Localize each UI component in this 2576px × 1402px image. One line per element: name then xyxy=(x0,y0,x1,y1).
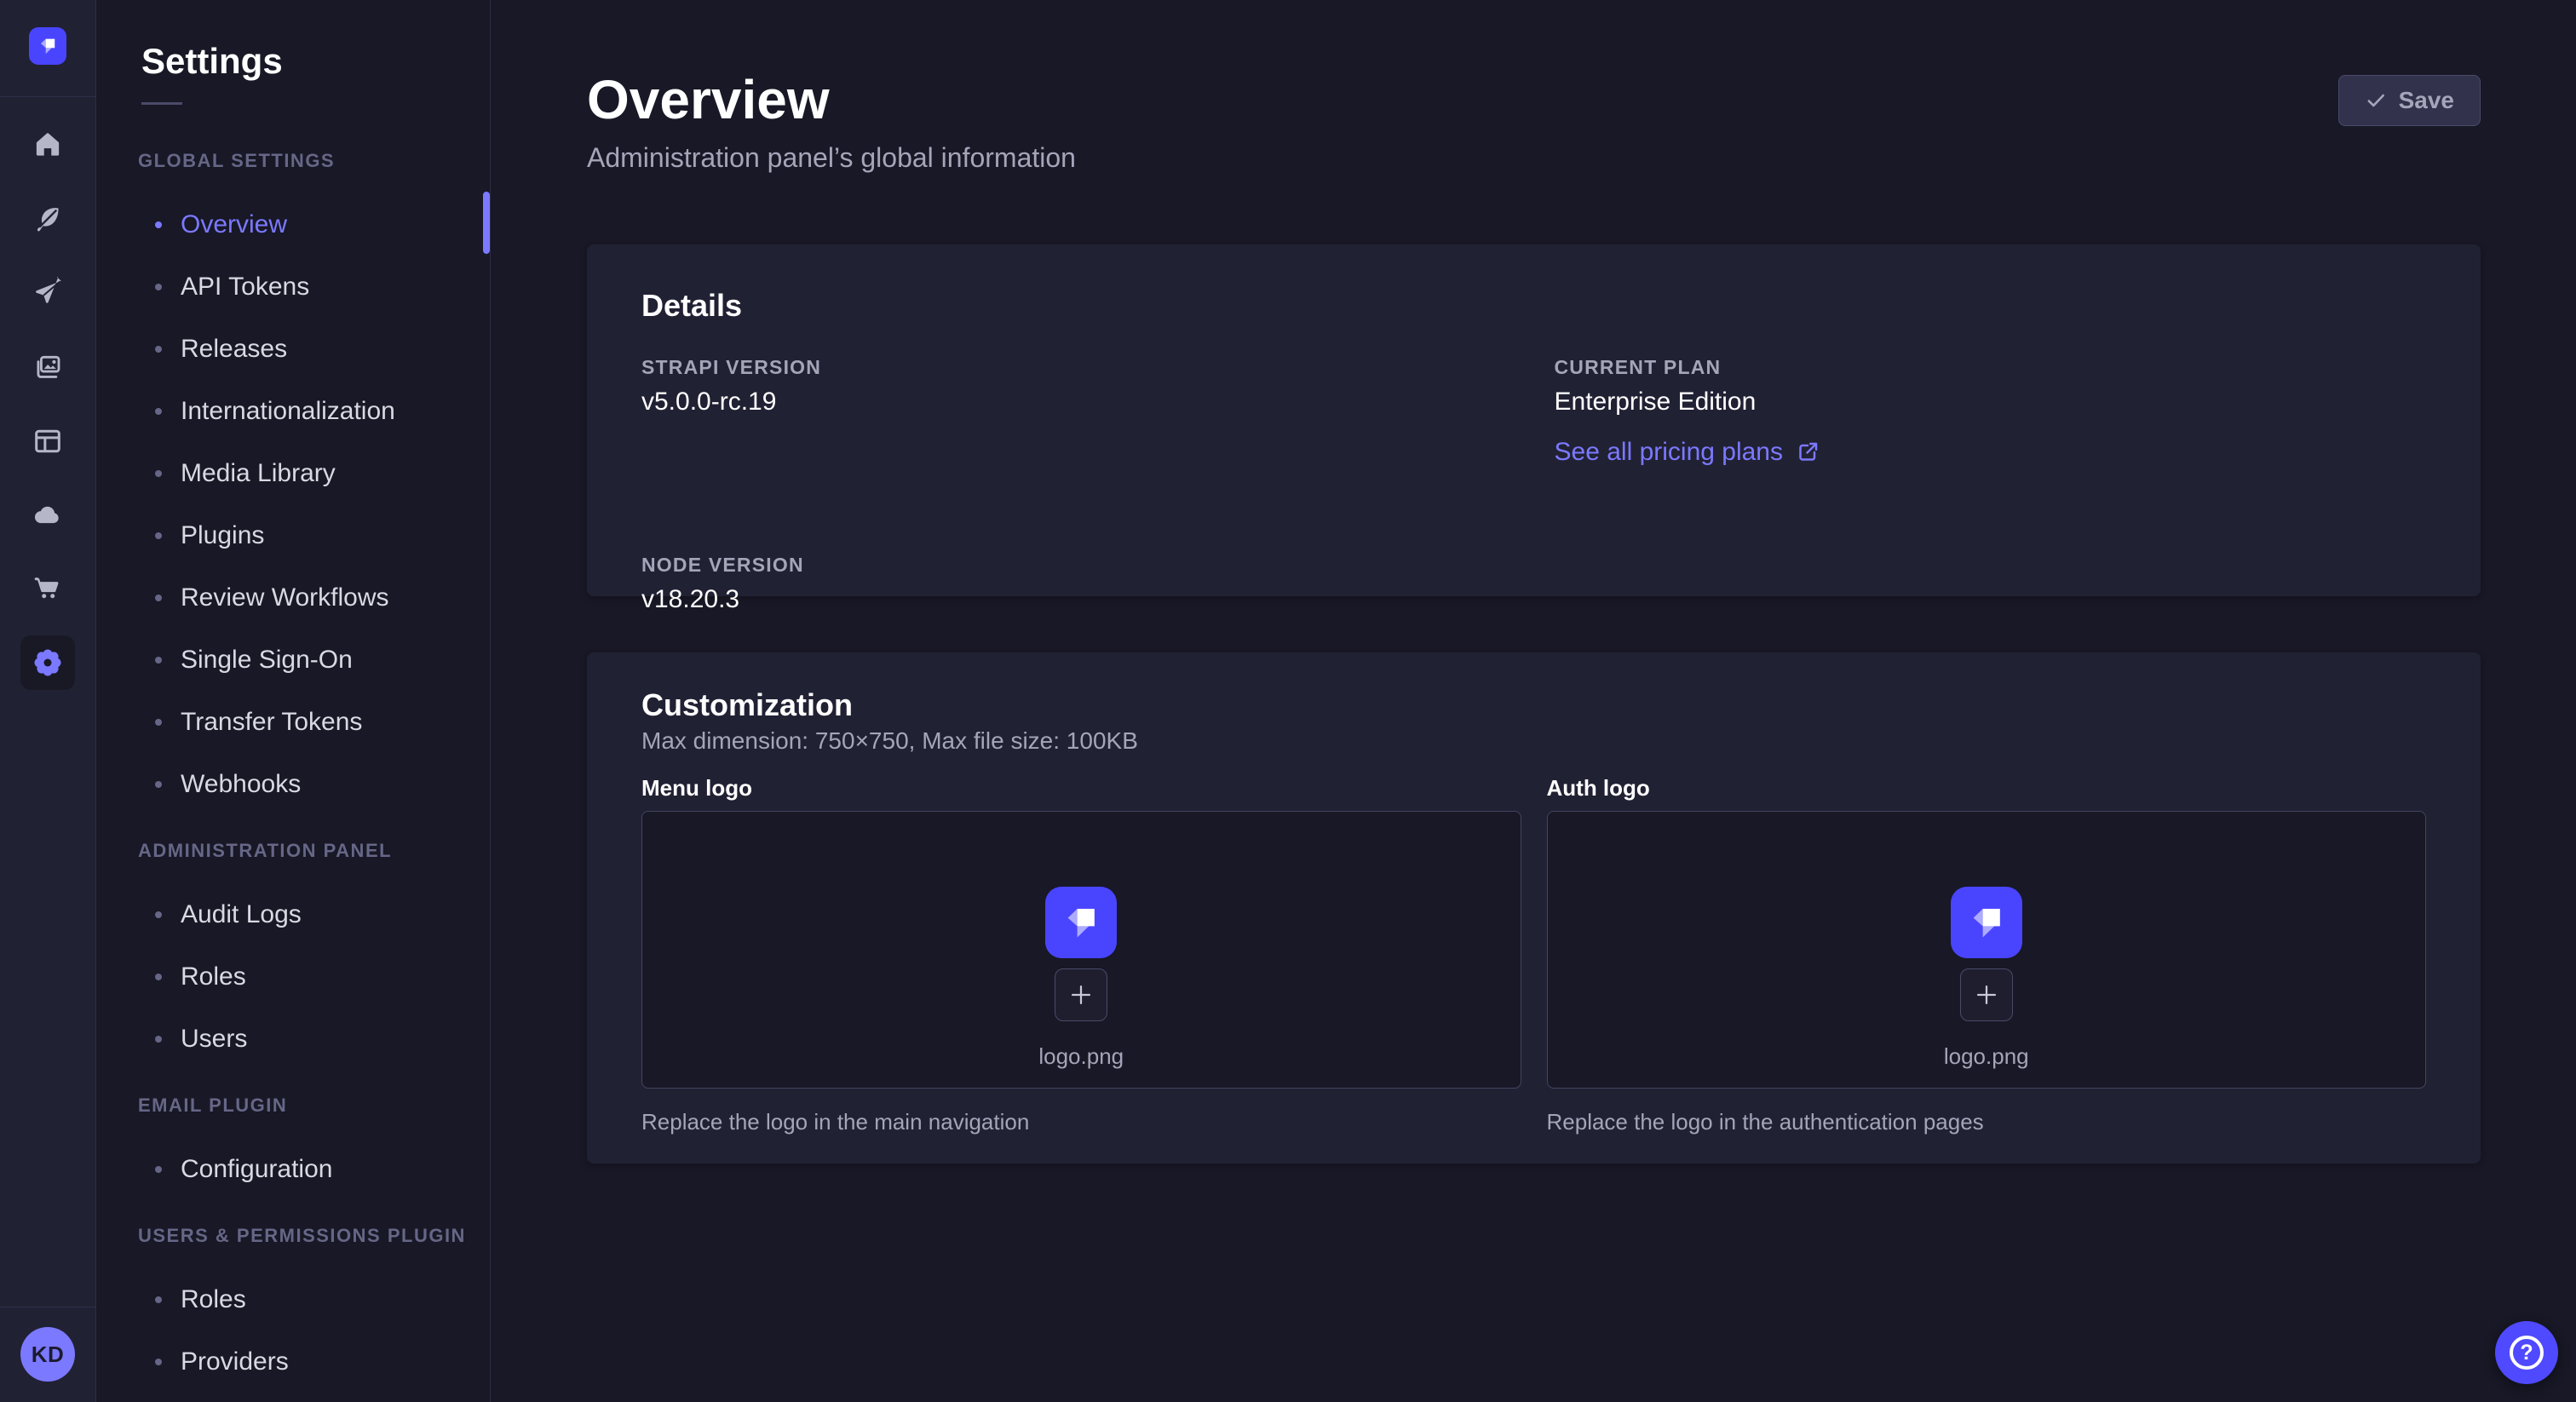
field-label: CURRENT PLAN xyxy=(1555,356,2427,378)
content-manager-feather-icon[interactable] xyxy=(32,203,64,235)
plus-icon xyxy=(1067,980,1095,1009)
field-strapi-version: STRAPI VERSION v5.0.0-rc.19 xyxy=(641,356,1514,467)
content-type-builder-layout-icon[interactable] xyxy=(32,425,64,457)
field-node-version: NODE VERSION v18.20.3 xyxy=(641,554,1514,615)
settings-subnav: Settings GLOBAL SETTINGS Overview API To… xyxy=(97,0,491,1402)
releases-paper-plane-icon[interactable] xyxy=(32,277,64,309)
save-button[interactable]: Save xyxy=(2338,75,2481,126)
bullet-icon xyxy=(155,657,162,664)
section-global-settings: GLOBAL SETTINGS xyxy=(97,151,490,171)
marketplace-cart-icon[interactable] xyxy=(32,573,64,606)
subnav-item-releases[interactable]: Releases xyxy=(97,318,490,380)
field-value: v5.0.0-rc.19 xyxy=(641,387,1514,417)
subnav-item-internationalization[interactable]: Internationalization xyxy=(97,380,490,442)
settings-gear-icon xyxy=(31,646,65,680)
section-administration-panel: ADMINISTRATION PANEL xyxy=(97,841,490,861)
uploaded-logo-preview xyxy=(1045,887,1117,958)
add-logo-button[interactable] xyxy=(1960,968,2013,1021)
bullet-icon xyxy=(155,911,162,918)
bullet-icon xyxy=(155,719,162,726)
bullet-icon xyxy=(155,346,162,353)
plus-icon xyxy=(1972,980,2001,1009)
bullet-icon xyxy=(155,1296,162,1303)
upload-help-text: Replace the logo in the main navigation xyxy=(641,1109,1521,1135)
add-logo-button[interactable] xyxy=(1055,968,1107,1021)
field-current-plan: CURRENT PLAN Enterprise Edition See all … xyxy=(1555,356,2427,467)
bullet-icon xyxy=(155,974,162,980)
strapi-admin-app: KD Settings GLOBAL SETTINGS Overview API… xyxy=(0,0,2576,1402)
section-users-permissions-plugin: USERS & PERMISSIONS PLUGIN xyxy=(97,1226,490,1246)
section-email-plugin: EMAIL PLUGIN xyxy=(97,1095,490,1116)
bullet-icon xyxy=(155,470,162,477)
subnav-item-review-workflows[interactable]: Review Workflows xyxy=(97,566,490,629)
bullet-icon xyxy=(155,408,162,415)
subnav-item-admin-users[interactable]: Users xyxy=(97,1008,490,1070)
strapi-logo-icon xyxy=(1965,901,2008,944)
logo-filename: logo.png xyxy=(1038,1043,1124,1069)
bullet-icon xyxy=(155,284,162,290)
auth-logo-dropzone[interactable]: logo.png xyxy=(1547,811,2427,1089)
subnav-item-single-sign-on[interactable]: Single Sign-On xyxy=(97,629,490,691)
subnav-item-api-tokens[interactable]: API Tokens xyxy=(97,256,490,318)
media-library-images-icon[interactable] xyxy=(32,351,64,383)
subnav-item-email-configuration[interactable]: Configuration xyxy=(97,1138,490,1200)
subnav-item-transfer-tokens[interactable]: Transfer Tokens xyxy=(97,691,490,753)
logo-filename: logo.png xyxy=(1944,1043,2029,1069)
bullet-icon xyxy=(155,1166,162,1173)
bullet-icon xyxy=(155,781,162,788)
upload-label: Auth logo xyxy=(1547,775,2427,801)
bullet-icon xyxy=(155,1359,162,1365)
rail-divider xyxy=(0,96,95,97)
subnav-title: Settings xyxy=(97,0,490,80)
strapi-logo-icon xyxy=(1060,901,1102,944)
bullet-icon xyxy=(155,595,162,601)
subnav-title-rule xyxy=(141,102,182,105)
field-label: NODE VERSION xyxy=(641,554,1514,576)
field-label: STRAPI VERSION xyxy=(641,356,1514,378)
customization-card: Customization Max dimension: 750×750, Ma… xyxy=(587,652,2481,1164)
upload-label: Menu logo xyxy=(641,775,1521,801)
bullet-icon xyxy=(155,532,162,539)
uploaded-logo-preview xyxy=(1951,887,2022,958)
user-avatar[interactable]: KD xyxy=(20,1327,75,1382)
upload-help-text: Replace the logo in the authentication p… xyxy=(1547,1109,2427,1135)
menu-logo-upload: Menu logo logo.png Replace the logo in t… xyxy=(641,775,1521,1135)
home-icon[interactable] xyxy=(32,129,64,161)
subnav-item-media-library[interactable]: Media Library xyxy=(97,442,490,504)
subnav-item-overview[interactable]: Overview xyxy=(97,193,490,256)
question-mark-icon: ? xyxy=(2510,1336,2544,1370)
strapi-logo-icon xyxy=(37,35,59,57)
settings-gear-active-tile[interactable] xyxy=(20,635,75,690)
help-button[interactable]: ? xyxy=(2495,1321,2558,1384)
bullet-icon xyxy=(155,221,162,228)
page-title: Overview xyxy=(587,72,2481,128)
subnav-item-plugins[interactable]: Plugins xyxy=(97,504,490,566)
cloud-icon[interactable] xyxy=(32,499,64,531)
main-nav-rail: KD xyxy=(0,0,96,1402)
auth-logo-upload: Auth logo logo.png Replace the logo in t… xyxy=(1547,775,2427,1135)
menu-logo-dropzone[interactable]: logo.png xyxy=(641,811,1521,1089)
subnav-item-up-roles[interactable]: Roles xyxy=(97,1268,490,1330)
workspace-strapi-logo-button[interactable] xyxy=(29,27,66,65)
field-value: Enterprise Edition xyxy=(1555,387,2427,417)
active-item-indicator xyxy=(483,192,490,254)
check-icon xyxy=(2365,89,2387,112)
external-link-icon xyxy=(1795,440,1820,465)
subnav-item-admin-roles[interactable]: Roles xyxy=(97,945,490,1008)
subnav-item-up-providers[interactable]: Providers xyxy=(97,1330,490,1393)
details-card-title: Details xyxy=(641,289,2426,323)
details-card: Details STRAPI VERSION v5.0.0-rc.19 CURR… xyxy=(587,244,2481,596)
page-subtitle: Administration panel’s global informatio… xyxy=(587,143,2481,172)
field-value: v18.20.3 xyxy=(641,584,1514,615)
bullet-icon xyxy=(155,1036,162,1043)
customization-card-title: Customization xyxy=(641,688,2426,722)
pricing-plans-link[interactable]: See all pricing plans xyxy=(1555,438,1821,467)
subnav-item-audit-logs[interactable]: Audit Logs xyxy=(97,883,490,945)
customization-constraints: Max dimension: 750×750, Max file size: 1… xyxy=(641,727,2426,755)
main-content: Overview Administration panel’s global i… xyxy=(492,0,2576,1402)
subnav-item-webhooks[interactable]: Webhooks xyxy=(97,753,490,815)
